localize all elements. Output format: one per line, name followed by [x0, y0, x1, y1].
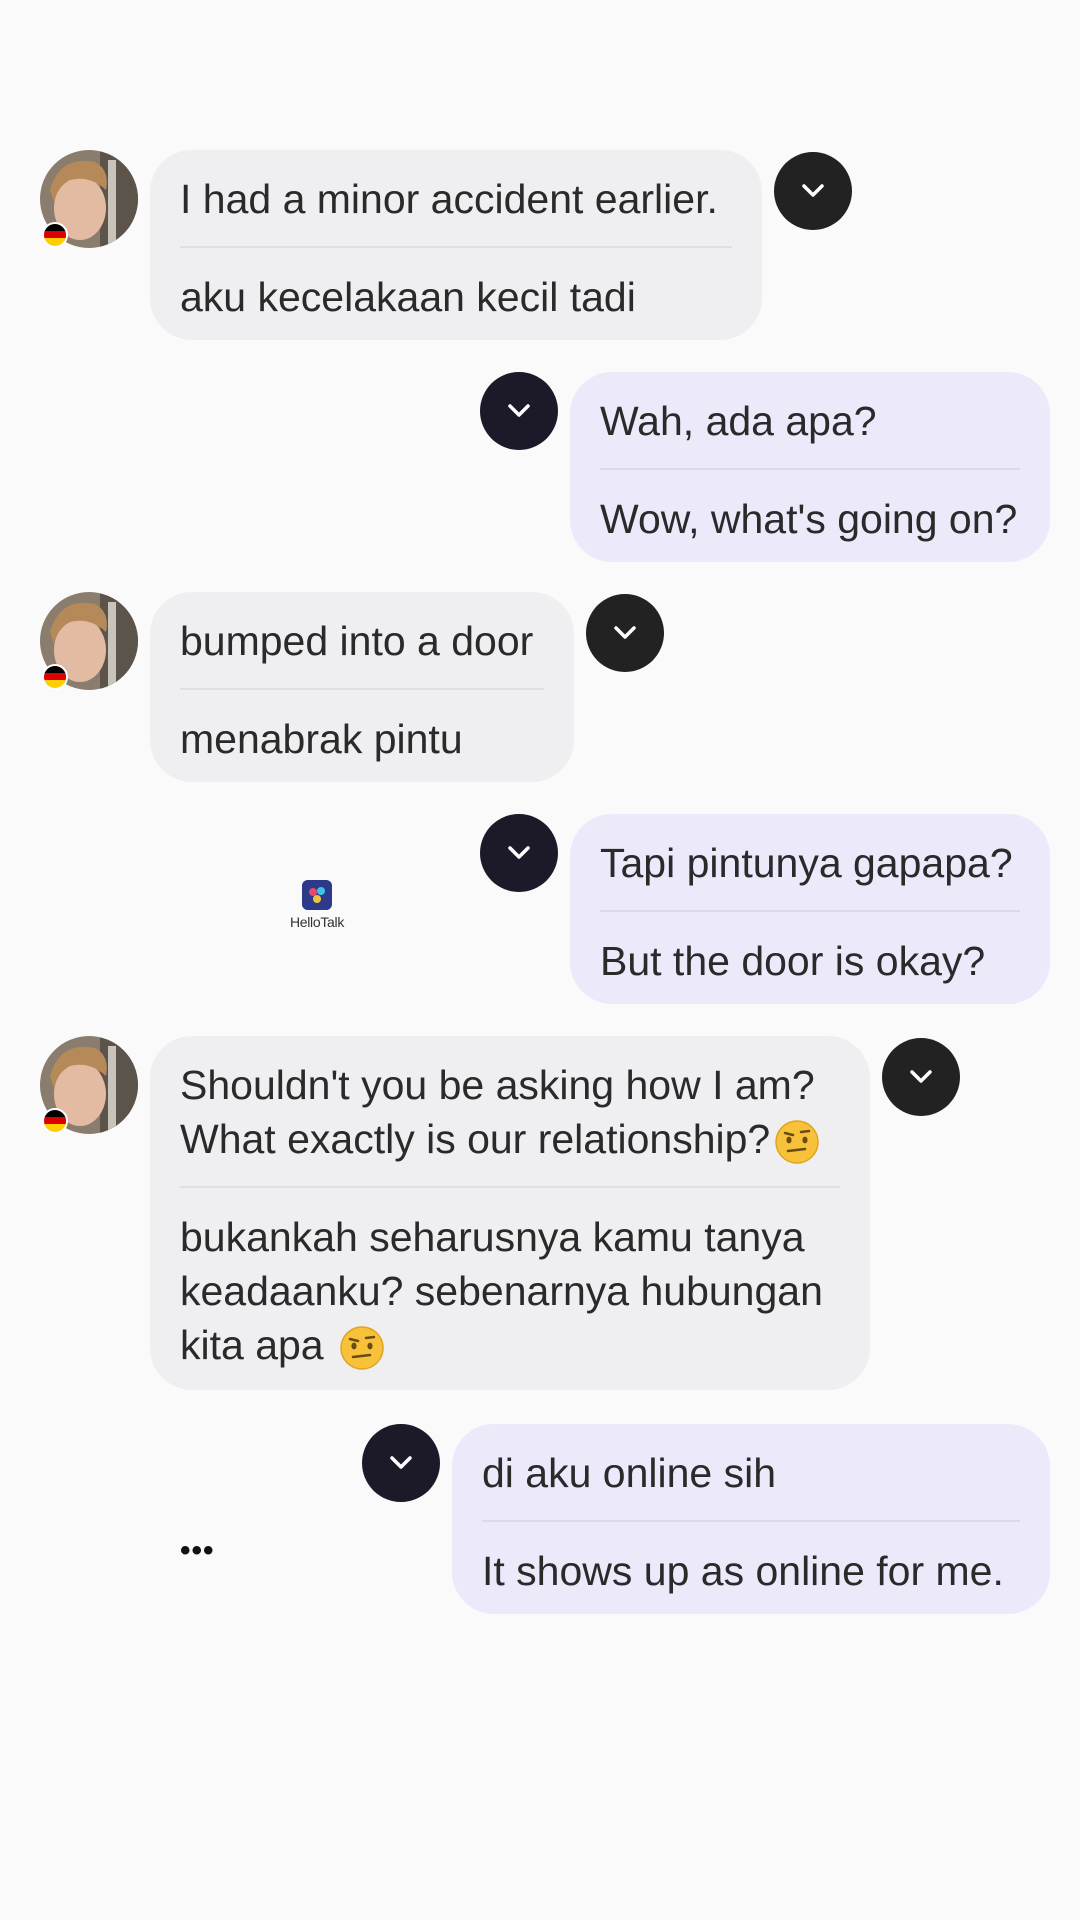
message-translation-text: aku kecelakaan kecil tadi	[180, 274, 636, 320]
chevron-down-icon	[910, 1070, 932, 1083]
translation-divider	[482, 1520, 1020, 1522]
message-bubble-incoming[interactable]: Shouldn't you be asking how I am? What e…	[150, 1036, 870, 1390]
message-original-text: Tapi pintunya gapapa?	[600, 840, 1013, 886]
message-original-text: Shouldn't you be asking how I am?	[180, 1062, 815, 1108]
message-original-text: I had a minor accident earlier.	[180, 176, 718, 222]
germany-flag-icon	[42, 1108, 68, 1134]
message-original-text: bumped into a door	[180, 618, 534, 664]
chevron-down-icon	[508, 404, 530, 417]
translation-divider	[600, 910, 1020, 912]
smirk-face-icon	[775, 1120, 819, 1164]
germany-flag-icon	[42, 664, 68, 690]
chevron-down-icon	[508, 846, 530, 859]
message-options-button[interactable]	[362, 1424, 440, 1502]
message-options-button[interactable]	[586, 594, 664, 672]
smirk-face-icon	[340, 1326, 384, 1370]
message-translation-text: Wow, what's going on?	[600, 496, 1018, 542]
translation-divider	[180, 246, 732, 248]
message-translation-text: menabrak pintu	[180, 716, 463, 762]
translation-divider	[600, 468, 1020, 470]
translation-divider	[180, 688, 544, 690]
message-bubble-incoming[interactable]: bumped into a door menabrak pintu	[150, 592, 574, 782]
hellotalk-watermark: HelloTalk	[282, 880, 352, 930]
message-bubble-outgoing[interactable]: di aku online sih It shows up as online …	[452, 1424, 1050, 1614]
message-options-button[interactable]	[480, 814, 558, 892]
translation-divider	[180, 1186, 840, 1188]
watermark-text: HelloTalk	[289, 914, 345, 930]
message-options-button[interactable]	[480, 372, 558, 450]
message-translation-text: But the door is okay?	[600, 938, 986, 984]
chat-screen: I had a minor accident earlier. aku kece…	[0, 0, 1080, 1920]
germany-flag-icon	[42, 222, 68, 248]
message-options-button[interactable]	[882, 1038, 960, 1116]
chevron-down-icon	[390, 1456, 412, 1469]
message-translation-text: keadaanku? sebenarnya hubungan	[180, 1268, 823, 1314]
message-translation-text: kita apa	[180, 1318, 840, 1372]
more-options-indicator[interactable]: •••	[180, 1534, 215, 1568]
message-bubble-outgoing[interactable]: Wah, ada apa? Wow, what's going on?	[570, 372, 1050, 562]
message-bubble-incoming[interactable]: I had a minor accident earlier. aku kece…	[150, 150, 762, 340]
message-original-text: Wah, ada apa?	[600, 398, 877, 444]
hellotalk-logo-icon	[302, 880, 332, 910]
message-options-button[interactable]	[774, 152, 852, 230]
chevron-down-icon	[614, 626, 636, 639]
message-translation-text: It shows up as online for me.	[482, 1548, 1004, 1594]
message-translation-text: bukankah seharusnya kamu tanya	[180, 1214, 805, 1260]
message-original-text: What exactly is our relationship?	[180, 1112, 840, 1166]
message-bubble-outgoing[interactable]: Tapi pintunya gapapa? But the door is ok…	[570, 814, 1050, 1004]
message-original-text: di aku online sih	[482, 1450, 777, 1496]
chevron-down-icon	[802, 184, 824, 197]
